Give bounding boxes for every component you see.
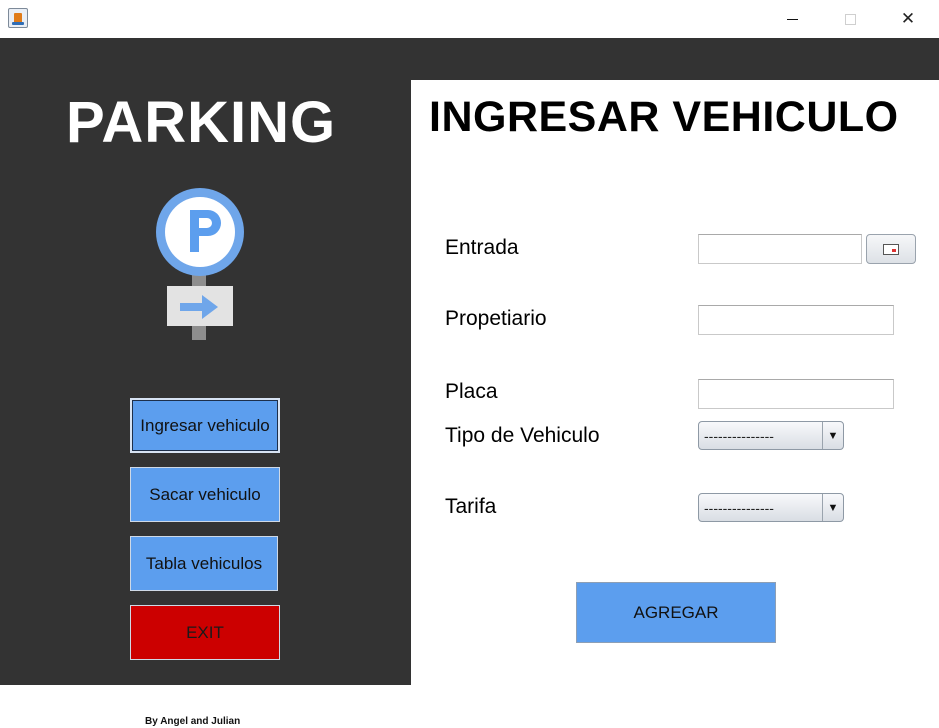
header-band: [411, 38, 939, 80]
propietario-field[interactable]: [698, 305, 894, 335]
calendar-button[interactable]: [866, 234, 916, 264]
placa-label: Placa: [445, 380, 498, 403]
close-button[interactable]: ✕: [879, 0, 937, 38]
exit-button[interactable]: EXIT: [130, 605, 280, 660]
entrada-field[interactable]: [698, 234, 862, 264]
tarifa-selected: ---------------: [704, 500, 774, 516]
ingresar-vehiculo-button[interactable]: Ingresar vehiculo: [130, 398, 280, 453]
sacar-vehiculo-button[interactable]: Sacar vehiculo: [130, 467, 280, 522]
placa-field[interactable]: [698, 379, 894, 409]
agregar-button[interactable]: AGREGAR: [576, 582, 776, 643]
chevron-down-icon: ▼: [822, 422, 843, 449]
java-icon: [8, 8, 28, 28]
credits-text: By Angel and Julian: [145, 716, 241, 727]
tarifa-select[interactable]: --------------- ▼: [698, 493, 844, 522]
calendar-icon: [883, 243, 899, 255]
minimize-button[interactable]: [763, 0, 821, 38]
app-frame: PARKING Ingresar vehiculo Sacar vehiculo…: [0, 38, 939, 728]
tipo-vehiculo-label: Tipo de Vehiculo: [445, 424, 600, 447]
tipo-vehiculo-selected: ---------------: [704, 428, 774, 444]
minimize-icon: [786, 18, 798, 20]
page-title: INGRESAR VEHICULO: [429, 93, 899, 141]
tabla-vehiculos-button[interactable]: Tabla vehiculos: [130, 536, 278, 591]
propietario-label: Propetiario: [445, 307, 547, 330]
entrada-label: Entrada: [445, 236, 519, 259]
maximize-icon: [844, 13, 856, 25]
close-icon: ✕: [900, 9, 916, 29]
window-titlebar: ✕: [0, 0, 939, 38]
parking-sign-icon: [156, 188, 244, 340]
chevron-down-icon: ▼: [822, 494, 843, 521]
tipo-vehiculo-select[interactable]: --------------- ▼: [698, 421, 844, 450]
tarifa-label: Tarifa: [445, 495, 497, 518]
sidebar: PARKING Ingresar vehiculo Sacar vehiculo…: [0, 38, 411, 685]
brand-title: PARKING: [66, 90, 337, 155]
maximize-button[interactable]: [821, 0, 879, 38]
